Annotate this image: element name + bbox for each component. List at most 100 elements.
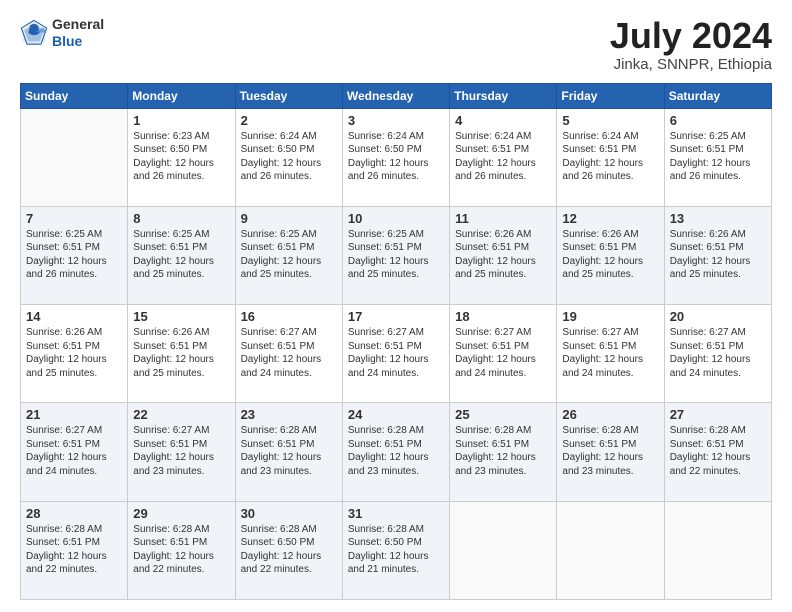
calendar-cell: 27 Sunrise: 6:28 AMSunset: 6:51 PMDayligh…: [664, 403, 771, 501]
day-info-line: Daylight: 12 hours: [670, 451, 766, 465]
day-info-line: Sunrise: 6:24 AM: [562, 130, 658, 144]
day-info-line: Sunset: 6:51 PM: [133, 438, 229, 452]
day-info-line: Sunset: 6:51 PM: [26, 438, 122, 452]
calendar-cell: 6Sunrise: 6:25 AMSunset: 6:51 PMDaylight…: [664, 108, 771, 206]
col-sunday: Sunday: [21, 83, 128, 108]
day-info-line: Sunset: 6:51 PM: [455, 241, 551, 255]
calendar-cell: [664, 501, 771, 599]
day-number: 7: [26, 211, 122, 226]
day-info-line: Sunrise: 6:23 AM: [133, 130, 229, 144]
day-info-line: Sunset: 6:51 PM: [562, 438, 658, 452]
day-number: 13: [670, 211, 766, 226]
day-info-line: Sunrise: 6:24 AM: [348, 130, 444, 144]
day-info-line: Sunrise: 6:27 AM: [670, 326, 766, 340]
day-info-line: Daylight: 12 hours: [26, 550, 122, 564]
day-info-line: Sunset: 6:51 PM: [241, 241, 337, 255]
day-info-line: Sunset: 6:51 PM: [562, 241, 658, 255]
calendar-cell: 4Sunrise: 6:24 AMSunset: 6:51 PMDaylight…: [450, 108, 557, 206]
day-number: 10: [348, 211, 444, 226]
day-info-line: Daylight: 12 hours: [670, 255, 766, 269]
day-info-line: Sunset: 6:51 PM: [670, 438, 766, 452]
calendar-header-row: Sunday Monday Tuesday Wednesday Thursday…: [21, 83, 772, 108]
day-info-line: and 26 minutes.: [133, 170, 229, 184]
day-info-line: Sunrise: 6:24 AM: [241, 130, 337, 144]
logo-blue: Blue: [52, 33, 104, 50]
calendar-cell: 16Sunrise: 6:27 AMSunset: 6:51 PMDayligh…: [235, 305, 342, 403]
logo-general: General: [52, 16, 104, 33]
day-info-line: Sunrise: 6:26 AM: [133, 326, 229, 340]
calendar-row-5: 28Sunrise: 6:28 AMSunset: 6:51 PMDayligh…: [21, 501, 772, 599]
calendar-cell: 22Sunrise: 6:27 AMSunset: 6:51 PMDayligh…: [128, 403, 235, 501]
day-info-line: and 26 minutes.: [348, 170, 444, 184]
day-info-line: Sunset: 6:50 PM: [348, 143, 444, 157]
day-info-line: and 23 minutes.: [348, 465, 444, 479]
calendar-cell: 25Sunrise: 6:28 AMSunset: 6:51 PMDayligh…: [450, 403, 557, 501]
calendar-cell: 2Sunrise: 6:24 AMSunset: 6:50 PMDaylight…: [235, 108, 342, 206]
day-info-line: and 25 minutes.: [241, 268, 337, 282]
day-info-line: Daylight: 12 hours: [562, 451, 658, 465]
day-number: 27: [670, 407, 766, 422]
day-info-line: Daylight: 12 hours: [133, 353, 229, 367]
day-info-line: Daylight: 12 hours: [455, 255, 551, 269]
calendar-cell: 17Sunrise: 6:27 AMSunset: 6:51 PMDayligh…: [342, 305, 449, 403]
day-number: 11: [455, 211, 551, 226]
calendar-row-3: 14Sunrise: 6:26 AMSunset: 6:51 PMDayligh…: [21, 305, 772, 403]
day-info-line: Sunrise: 6:25 AM: [133, 228, 229, 242]
day-info-line: Sunset: 6:50 PM: [241, 536, 337, 550]
day-info-line: and 25 minutes.: [133, 268, 229, 282]
day-info-line: Daylight: 12 hours: [26, 451, 122, 465]
day-info-line: Sunrise: 6:28 AM: [133, 523, 229, 537]
day-info-line: Sunset: 6:51 PM: [670, 241, 766, 255]
day-info-line: Sunrise: 6:25 AM: [26, 228, 122, 242]
day-info-line: Sunset: 6:51 PM: [133, 536, 229, 550]
day-info-line: Daylight: 12 hours: [241, 255, 337, 269]
day-info-line: Sunrise: 6:28 AM: [241, 424, 337, 438]
day-info-line: Sunrise: 6:28 AM: [670, 424, 766, 438]
day-info-line: Sunset: 6:51 PM: [26, 241, 122, 255]
calendar-cell: 30Sunrise: 6:28 AMSunset: 6:50 PMDayligh…: [235, 501, 342, 599]
day-info-line: and 21 minutes.: [348, 563, 444, 577]
day-info-line: Sunrise: 6:27 AM: [455, 326, 551, 340]
day-info-line: Sunrise: 6:28 AM: [348, 523, 444, 537]
day-number: 18: [455, 309, 551, 324]
day-info-line: Daylight: 12 hours: [133, 157, 229, 171]
day-number: 5: [562, 113, 658, 128]
day-info-line: and 24 minutes.: [241, 367, 337, 381]
day-info-line: Sunrise: 6:26 AM: [562, 228, 658, 242]
day-info-line: Daylight: 12 hours: [133, 255, 229, 269]
day-info-line: Sunset: 6:51 PM: [26, 340, 122, 354]
location: Jinka, SNNPR, Ethiopia: [610, 56, 772, 73]
day-number: 29: [133, 506, 229, 521]
day-info-line: Sunset: 6:50 PM: [348, 536, 444, 550]
day-info-line: Daylight: 12 hours: [26, 255, 122, 269]
day-number: 23: [241, 407, 337, 422]
day-info-line: Sunset: 6:51 PM: [133, 340, 229, 354]
day-info-line: Daylight: 12 hours: [241, 451, 337, 465]
month-title: July 2024: [610, 16, 772, 56]
day-info-line: Sunrise: 6:26 AM: [670, 228, 766, 242]
day-info-line: Sunrise: 6:28 AM: [562, 424, 658, 438]
calendar-cell: 19Sunrise: 6:27 AMSunset: 6:51 PMDayligh…: [557, 305, 664, 403]
day-info-line: Sunrise: 6:25 AM: [348, 228, 444, 242]
day-number: 8: [133, 211, 229, 226]
day-info-line: Sunrise: 6:27 AM: [562, 326, 658, 340]
day-info-line: Daylight: 12 hours: [241, 353, 337, 367]
calendar-cell: 12Sunrise: 6:26 AMSunset: 6:51 PMDayligh…: [557, 206, 664, 304]
day-number: 21: [26, 407, 122, 422]
day-info-line: Sunset: 6:51 PM: [562, 340, 658, 354]
day-info-line: and 24 minutes.: [670, 367, 766, 381]
day-info-line: and 23 minutes.: [241, 465, 337, 479]
day-info-line: Daylight: 12 hours: [562, 157, 658, 171]
calendar-cell: 10Sunrise: 6:25 AMSunset: 6:51 PMDayligh…: [342, 206, 449, 304]
day-info-line: and 26 minutes.: [455, 170, 551, 184]
day-number: 17: [348, 309, 444, 324]
calendar-cell: 21Sunrise: 6:27 AMSunset: 6:51 PMDayligh…: [21, 403, 128, 501]
day-info-line: and 24 minutes.: [26, 465, 122, 479]
day-info-line: and 23 minutes.: [562, 465, 658, 479]
day-info-line: Daylight: 12 hours: [348, 451, 444, 465]
day-info-line: Daylight: 12 hours: [26, 353, 122, 367]
day-info-line: Sunset: 6:51 PM: [562, 143, 658, 157]
day-info-line: Sunrise: 6:25 AM: [670, 130, 766, 144]
calendar-cell: 28Sunrise: 6:28 AMSunset: 6:51 PMDayligh…: [21, 501, 128, 599]
day-number: 14: [26, 309, 122, 324]
